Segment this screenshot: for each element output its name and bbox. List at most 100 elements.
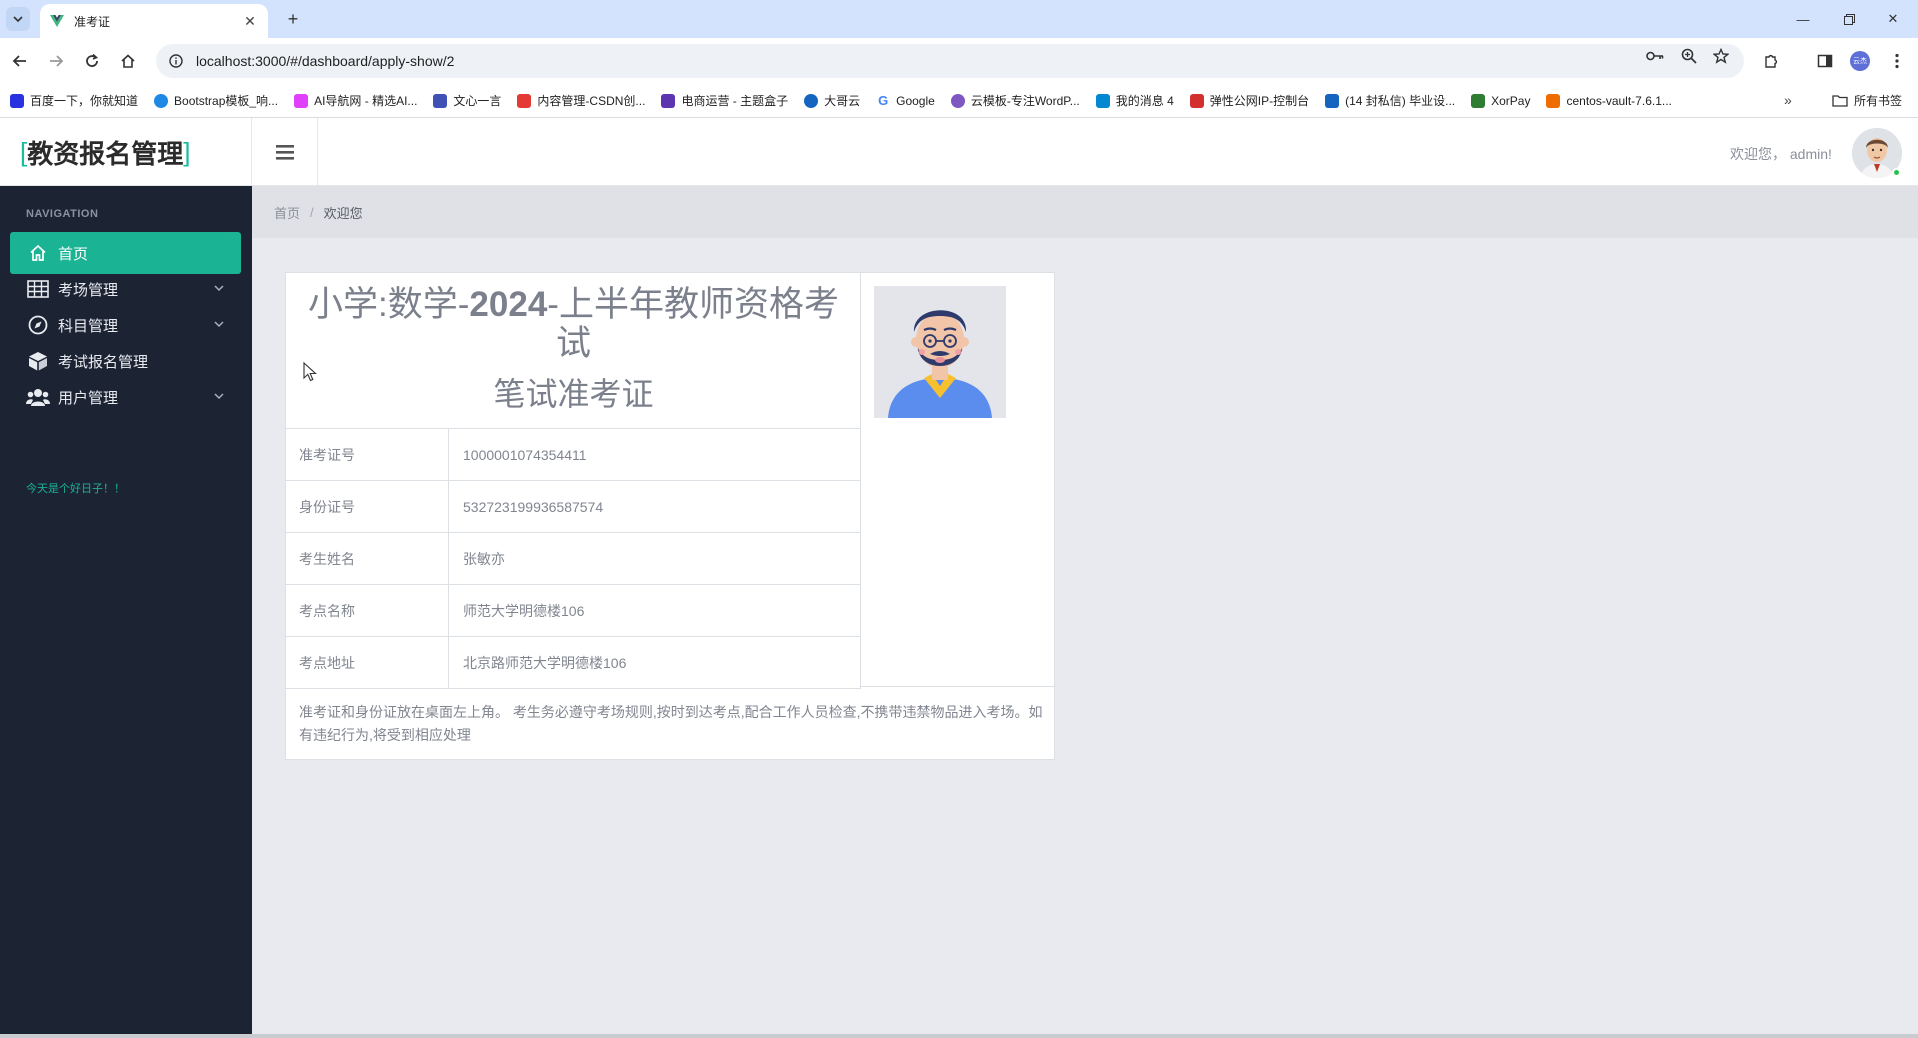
bookmark-item[interactable]: G Google: [876, 92, 935, 108]
new-tab-button[interactable]: +: [282, 8, 304, 30]
home-button[interactable]: [116, 49, 140, 73]
bookmark-item[interactable]: 百度一下，你就知道: [10, 92, 138, 109]
ticket-notice: 准考证和身份证放在桌面左上角。 考生务必遵守考场规则,按时到达考点,配合工作人员…: [299, 704, 1043, 743]
browser-toolbar: localhost:3000/#/dashboard/apply-show/2 …: [0, 38, 1918, 84]
bookmark-favicon-icon: [294, 93, 309, 108]
reload-icon: [86, 53, 98, 67]
reload-button[interactable]: [80, 49, 104, 73]
bookmark-favicon-icon: [433, 93, 448, 108]
sidebar-toggle-button[interactable]: [252, 118, 318, 186]
back-button[interactable]: [8, 49, 32, 73]
app-header: [ 教资报名管理 ] 欢迎您， admin!: [0, 118, 1918, 186]
row-label: 考点地址: [286, 637, 449, 688]
bookmark-item[interactable]: XorPay: [1471, 93, 1530, 108]
profile-avatar-button[interactable]: 云杰: [1850, 51, 1870, 71]
row-label: 考生姓名: [286, 533, 449, 584]
bookmark-favicon-icon: [1546, 93, 1561, 108]
all-bookmarks-button[interactable]: 所有书签: [1832, 92, 1902, 109]
row-label: 准考证号: [286, 429, 449, 480]
vue-favicon-icon: [50, 14, 64, 28]
zoom-icon[interactable]: [1680, 47, 1698, 65]
row-label: 身份证号: [286, 481, 449, 532]
ticket-row-id-number: 身份证号 532723199936587574: [286, 481, 861, 533]
browser-tab-active[interactable]: 准考证 ✕: [40, 4, 268, 38]
breadcrumb-current: 欢迎您: [323, 205, 363, 221]
ticket-header: 小学:数学-2024-上半年教师资格考试 笔试准考证: [286, 273, 861, 429]
bookmark-favicon-icon: [1189, 93, 1204, 108]
breadcrumb: 首页 / 欢迎您: [252, 186, 1918, 238]
bookmark-favicon-icon: [661, 93, 676, 108]
sidebar-item-users[interactable]: 用户管理: [10, 376, 241, 418]
ticket-title: 小学:数学-2024-上半年教师资格考试: [308, 285, 839, 363]
brand-title: 教资报名管理: [27, 138, 184, 169]
bookmarks-bar: 百度一下，你就知道 Bootstrap模板_响... AI导航网 - 精选AI.…: [0, 84, 1918, 118]
address-bar[interactable]: localhost:3000/#/dashboard/apply-show/2: [156, 44, 1744, 78]
chevron-down-icon: [214, 321, 224, 328]
restore-button[interactable]: [1834, 6, 1864, 32]
extensions-icon[interactable]: [1760, 50, 1782, 72]
ticket-row-exam-address: 考点地址 北京路师范大学明德楼106: [286, 637, 861, 689]
arrow-right-icon: [50, 55, 64, 67]
chevron-down-icon: [13, 16, 23, 23]
row-value: 师范大学明德楼106: [463, 602, 585, 619]
browser-tabstrip: 准考证 ✕ + — ✕: [0, 0, 1918, 38]
ticket-subtitle: 笔试准考证: [493, 376, 654, 412]
home-outline-icon: [121, 54, 135, 68]
tab-search-button[interactable]: [6, 7, 30, 31]
bookmark-favicon-icon: [517, 93, 532, 108]
minimize-button[interactable]: —: [1788, 6, 1818, 32]
row-value: 北京路师范大学明德楼106: [463, 654, 627, 671]
bookmark-item[interactable]: AI导航网 - 精选AI...: [294, 92, 417, 109]
bookmark-item[interactable]: 文心一言: [433, 92, 501, 109]
tab-title: 准考证: [74, 14, 111, 29]
bookmark-favicon-icon: [1325, 93, 1340, 108]
photo-cell: [861, 273, 1054, 687]
brand-logo[interactable]: [ 教资报名管理 ]: [0, 118, 252, 186]
bookmark-favicon-icon: [1095, 93, 1110, 108]
kebab-menu-icon[interactable]: [1886, 50, 1908, 72]
row-value: 532723199936587574: [463, 498, 604, 515]
bookmark-item[interactable]: 我的消息 4: [1095, 92, 1174, 109]
users-icon: [26, 386, 50, 408]
site-info-icon[interactable]: [168, 53, 184, 69]
bookmark-item[interactable]: Bootstrap模板_响...: [154, 92, 278, 109]
ticket-row-ticket-number: 准考证号 1000001074354411: [286, 429, 861, 481]
home-icon: [26, 242, 50, 264]
bookmark-favicon-icon: [10, 93, 24, 108]
bookmark-item[interactable]: 电商运营 - 主题盒子: [661, 92, 788, 109]
google-icon: G: [876, 92, 891, 108]
forward-button[interactable]: [44, 49, 68, 73]
bookmark-favicon-icon: [154, 93, 169, 108]
nav-section-label: NAVIGATION: [26, 208, 99, 220]
bookmark-item[interactable]: 大哥云: [804, 92, 860, 109]
chevron-down-icon: [214, 285, 224, 292]
side-panel-icon[interactable]: [1814, 50, 1836, 72]
password-key-icon[interactable]: [1646, 47, 1664, 65]
breadcrumb-home-link[interactable]: 首页: [274, 203, 300, 222]
bookmark-item[interactable]: 内容管理-CSDN创...: [517, 92, 645, 109]
tab-close-icon[interactable]: ✕: [242, 13, 258, 29]
ticket-row-exam-site: 考点名称 师范大学明德楼106: [286, 585, 861, 637]
url-text[interactable]: localhost:3000/#/dashboard/apply-show/2: [196, 53, 454, 69]
bookmark-item[interactable]: 弹性公网IP-控制台: [1189, 92, 1309, 109]
bookmark-favicon-icon: [1471, 93, 1486, 108]
welcome-text: 欢迎您， admin!: [1730, 146, 1832, 162]
cube-icon: [26, 350, 50, 372]
candidate-photo: [874, 286, 1006, 418]
bookmark-star-icon[interactable]: [1712, 47, 1730, 65]
hamburger-icon: [275, 144, 294, 160]
window-close-button[interactable]: ✕: [1878, 6, 1908, 32]
row-value: 1000001074354411: [463, 446, 587, 463]
row-label: 考点名称: [286, 585, 449, 636]
sidebar-note: 今天是个好日子！！: [26, 483, 125, 495]
bookmark-item[interactable]: (14 封私信) 毕业设...: [1325, 92, 1455, 109]
chevron-down-icon: [214, 393, 224, 400]
bookmarks-overflow-icon[interactable]: »: [1784, 92, 1792, 108]
online-status-indicator: [1892, 168, 1901, 177]
row-value: 张敏亦: [463, 550, 505, 567]
bookmark-item[interactable]: centos-vault-7.6.1...: [1546, 93, 1672, 108]
mouse-cursor-icon: [303, 361, 317, 387]
breadcrumb-separator: /: [310, 204, 314, 220]
sidebar: NAVIGATION 首页 考场管理 科目管理 考试报名管理 用户管理 今天是个…: [0, 186, 252, 1034]
bookmark-item[interactable]: 云模板-专注WordP...: [950, 92, 1080, 109]
